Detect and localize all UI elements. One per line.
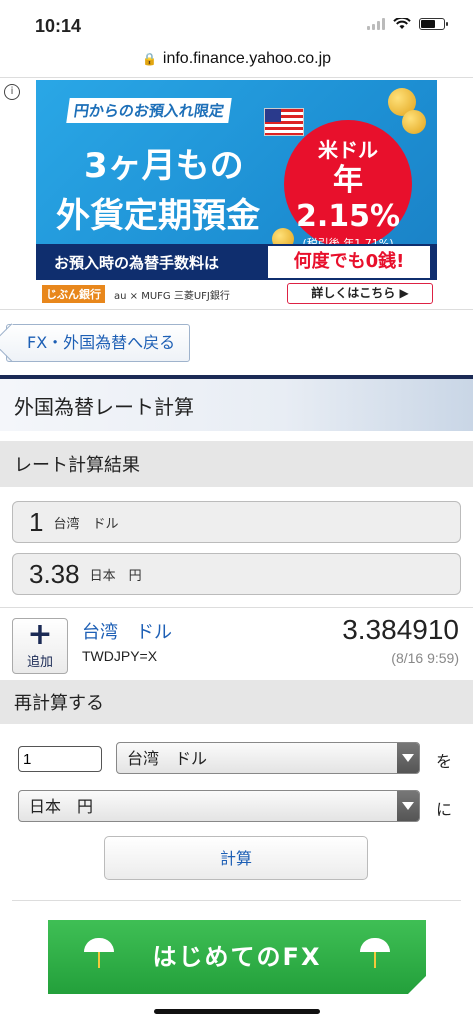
add-button-label: 追加 (26, 655, 53, 670)
wifi-icon (393, 18, 411, 29)
divider (12, 900, 461, 901)
ad-banner[interactable]: 円からのお預入れ限定 3ヶ月もの 外貨定期預金 米ドル 年2.15% (税引後 … (36, 80, 437, 307)
ad-footer: じぶん銀行 au × MUFG 三菱UFJ銀行 詳しくはこちら ▶ (36, 280, 437, 307)
umbrella-icon (360, 938, 390, 968)
quote-price: 3.384910 (342, 614, 459, 645)
from-particle: を (436, 752, 453, 771)
url-text: info.finance.yahoo.co.jp (162, 49, 332, 67)
status-time: 10:14 (35, 16, 82, 36)
signal-icon (367, 18, 385, 30)
from-currency-value: 台湾 ドル (127, 749, 208, 768)
to-currency-select[interactable]: 日本 円 (18, 790, 420, 822)
status-bar: 10:14 (0, 0, 473, 40)
us-flag-icon (264, 108, 304, 136)
ad-details-button[interactable]: 詳しくはこちら ▶ (287, 283, 433, 304)
add-button[interactable]: + 追加 (12, 618, 68, 674)
quote-name-link[interactable]: 台湾 ドル (82, 618, 172, 644)
status-icons (367, 18, 448, 30)
recalc-form: 台湾 ドル を 日本 円 に 計算 はじめてのFX (0, 724, 473, 994)
result-to-unit: 日本 円 (89, 568, 142, 584)
battery-icon (419, 18, 448, 30)
calc-button[interactable]: 計算 (104, 836, 368, 880)
ad-top-label: 円からのお預入れ限定 (66, 98, 232, 123)
recalc-header: 再計算する (0, 680, 473, 724)
ad-headline-2: 外貨定期預金 (56, 196, 260, 236)
quote-code: TWDJPY=X (82, 648, 158, 664)
rate-value: 年2.15% (295, 163, 401, 234)
result-from: 1 台湾 ドル (12, 501, 461, 543)
ad-strip-highlight: 何度でも0銭! (268, 246, 430, 278)
ad-area: i 円からのお預入れ限定 3ヶ月もの 外貨定期預金 米ドル 年2.15% (税引… (0, 78, 473, 310)
to-currency-value: 日本 円 (29, 797, 94, 816)
result-header: レート計算結果 (0, 441, 473, 487)
fx-banner-label: はじめてのFX (152, 943, 322, 971)
home-indicator[interactable] (154, 1009, 320, 1014)
result-from-amount: 1 (29, 506, 44, 537)
chevron-down-icon (397, 743, 419, 773)
rate-badge: 米ドル 年2.15% (税引後 年1.71%) (284, 120, 412, 250)
to-particle: に (436, 800, 453, 819)
amount-input[interactable] (18, 746, 102, 772)
ad-info-icon[interactable]: i (4, 84, 20, 100)
back-button[interactable]: FX・外国為替へ戻る (6, 324, 191, 362)
quote-row: + 追加 台湾 ドル TWDJPY=X 3.384910 (8/16 9:59) (0, 607, 473, 680)
from-currency-select[interactable]: 台湾 ドル (116, 742, 420, 774)
coin-icon (402, 110, 426, 134)
chevron-down-icon (397, 791, 419, 821)
fx-banner[interactable]: はじめてのFX (48, 920, 426, 994)
result-to-amount: 3.38 (29, 558, 80, 589)
rate-currency: 米ドル (318, 138, 378, 162)
partner-logos: au × MUFG 三菱UFJ銀行 (114, 291, 230, 302)
result-to: 3.38 日本 円 (12, 553, 461, 595)
lock-icon: 🔒 (141, 51, 157, 66)
back-button-label: FX・外国為替へ戻る (27, 333, 176, 352)
bank-logo: じぶん銀行 (42, 285, 105, 303)
umbrella-icon (84, 938, 114, 968)
ad-headline-1: 3ヶ月もの (84, 146, 244, 186)
result-from-unit: 台湾 ドル (53, 516, 119, 532)
ad-strip-text: お預入時の為替手数料は (54, 254, 220, 272)
page-title: 外国為替レート計算 (0, 375, 473, 431)
plus-icon: + (27, 617, 53, 652)
quote-timestamp: (8/16 9:59) (391, 650, 459, 666)
corner-icon (408, 976, 426, 994)
back-nav: FX・外国為替へ戻る (0, 310, 473, 375)
address-bar[interactable]: 🔒 info.finance.yahoo.co.jp (0, 40, 473, 78)
ad-strip: お預入時の為替手数料は 何度でも0銭! (36, 244, 437, 280)
